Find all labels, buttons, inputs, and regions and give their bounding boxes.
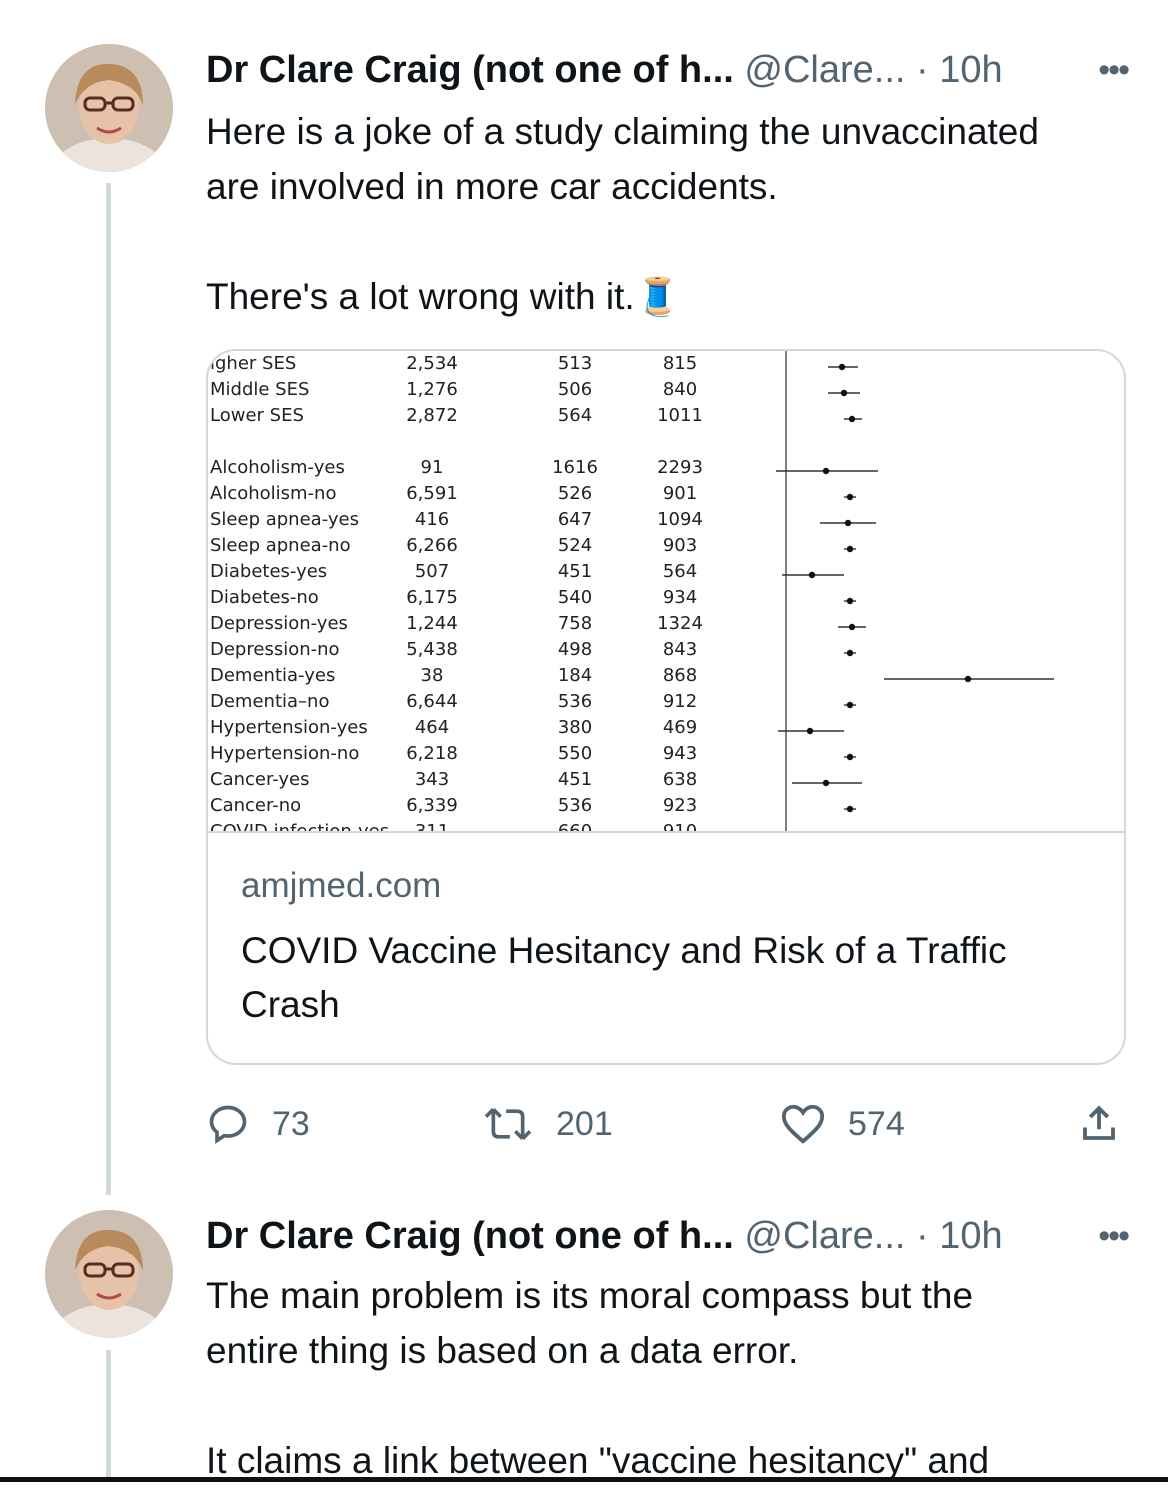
- estimate-point: [846, 493, 854, 501]
- link-card[interactable]: igher SES 2,534 513 815 Middle SES 1,276 506 84…: [206, 349, 1126, 1065]
- estimate-point: [848, 623, 856, 631]
- estimate-point: [964, 675, 972, 683]
- tweet-actions: 73 201 574: [206, 1094, 1120, 1154]
- like-button[interactable]: 574: [780, 1094, 905, 1154]
- author-name[interactable]: Dr Clare Craig (not one of h...: [206, 1215, 734, 1257]
- estimate-point: [808, 571, 816, 579]
- estimate-point: [838, 363, 846, 371]
- estimate-point: [822, 779, 830, 787]
- estimate-point: [846, 805, 854, 813]
- estimate-point: [846, 545, 854, 553]
- tweet-time[interactable]: · 10h: [916, 49, 1003, 91]
- forest-plot: [776, 351, 1054, 831]
- author-handle[interactable]: @Clare...: [744, 49, 905, 91]
- reply-count: 73: [272, 1104, 310, 1143]
- retweet-count: 201: [556, 1104, 613, 1143]
- author-name[interactable]: Dr Clare Craig (not one of h...: [206, 49, 734, 91]
- reply-icon: [209, 1105, 247, 1144]
- estimate-point: [840, 389, 848, 397]
- estimate-point: [846, 649, 854, 657]
- avatar[interactable]: [45, 1210, 173, 1338]
- tweet-text: The main problem is its moral compass bu…: [206, 1275, 990, 1481]
- like-icon: [781, 1104, 825, 1144]
- tweet-time[interactable]: · 10h: [916, 1215, 1003, 1257]
- more-icon[interactable]: •••: [1098, 45, 1130, 95]
- more-icon[interactable]: •••: [1098, 1211, 1130, 1261]
- card-title: COVID Vaccine Hesitancy and Risk of a Tr…: [241, 930, 1007, 1025]
- tweet-header: Dr Clare Craig (not one of h... @Clare..…: [206, 45, 1130, 95]
- estimate-point: [846, 701, 854, 709]
- estimate-point: [846, 753, 854, 761]
- author-handle[interactable]: @Clare...: [744, 1215, 905, 1257]
- retweet-icon: [484, 1108, 532, 1140]
- bottom-divider: [0, 1477, 1168, 1482]
- tweet-text: Here is a joke of a study claiming the u…: [206, 111, 1039, 317]
- estimate-point: [848, 415, 856, 423]
- share-button[interactable]: [1078, 1094, 1142, 1154]
- estimate-point: [846, 597, 854, 605]
- thread-line: [106, 183, 111, 1195]
- estimate-point: [844, 519, 852, 527]
- tweet-header: Dr Clare Craig (not one of h... @Clare..…: [206, 1211, 1130, 1261]
- estimate-point: [806, 727, 814, 735]
- reply-button[interactable]: 73: [206, 1094, 310, 1154]
- avatar[interactable]: [45, 44, 173, 172]
- share-icon: [1083, 1105, 1115, 1140]
- like-count: 574: [848, 1104, 905, 1143]
- card-image: igher SES 2,534 513 815 Middle SES 1,276 506 84…: [208, 351, 1124, 833]
- card-domain: amjmed.com: [241, 866, 442, 905]
- estimate-point: [822, 467, 830, 475]
- retweet-button[interactable]: 201: [482, 1094, 613, 1154]
- thread-line: [106, 1350, 111, 1482]
